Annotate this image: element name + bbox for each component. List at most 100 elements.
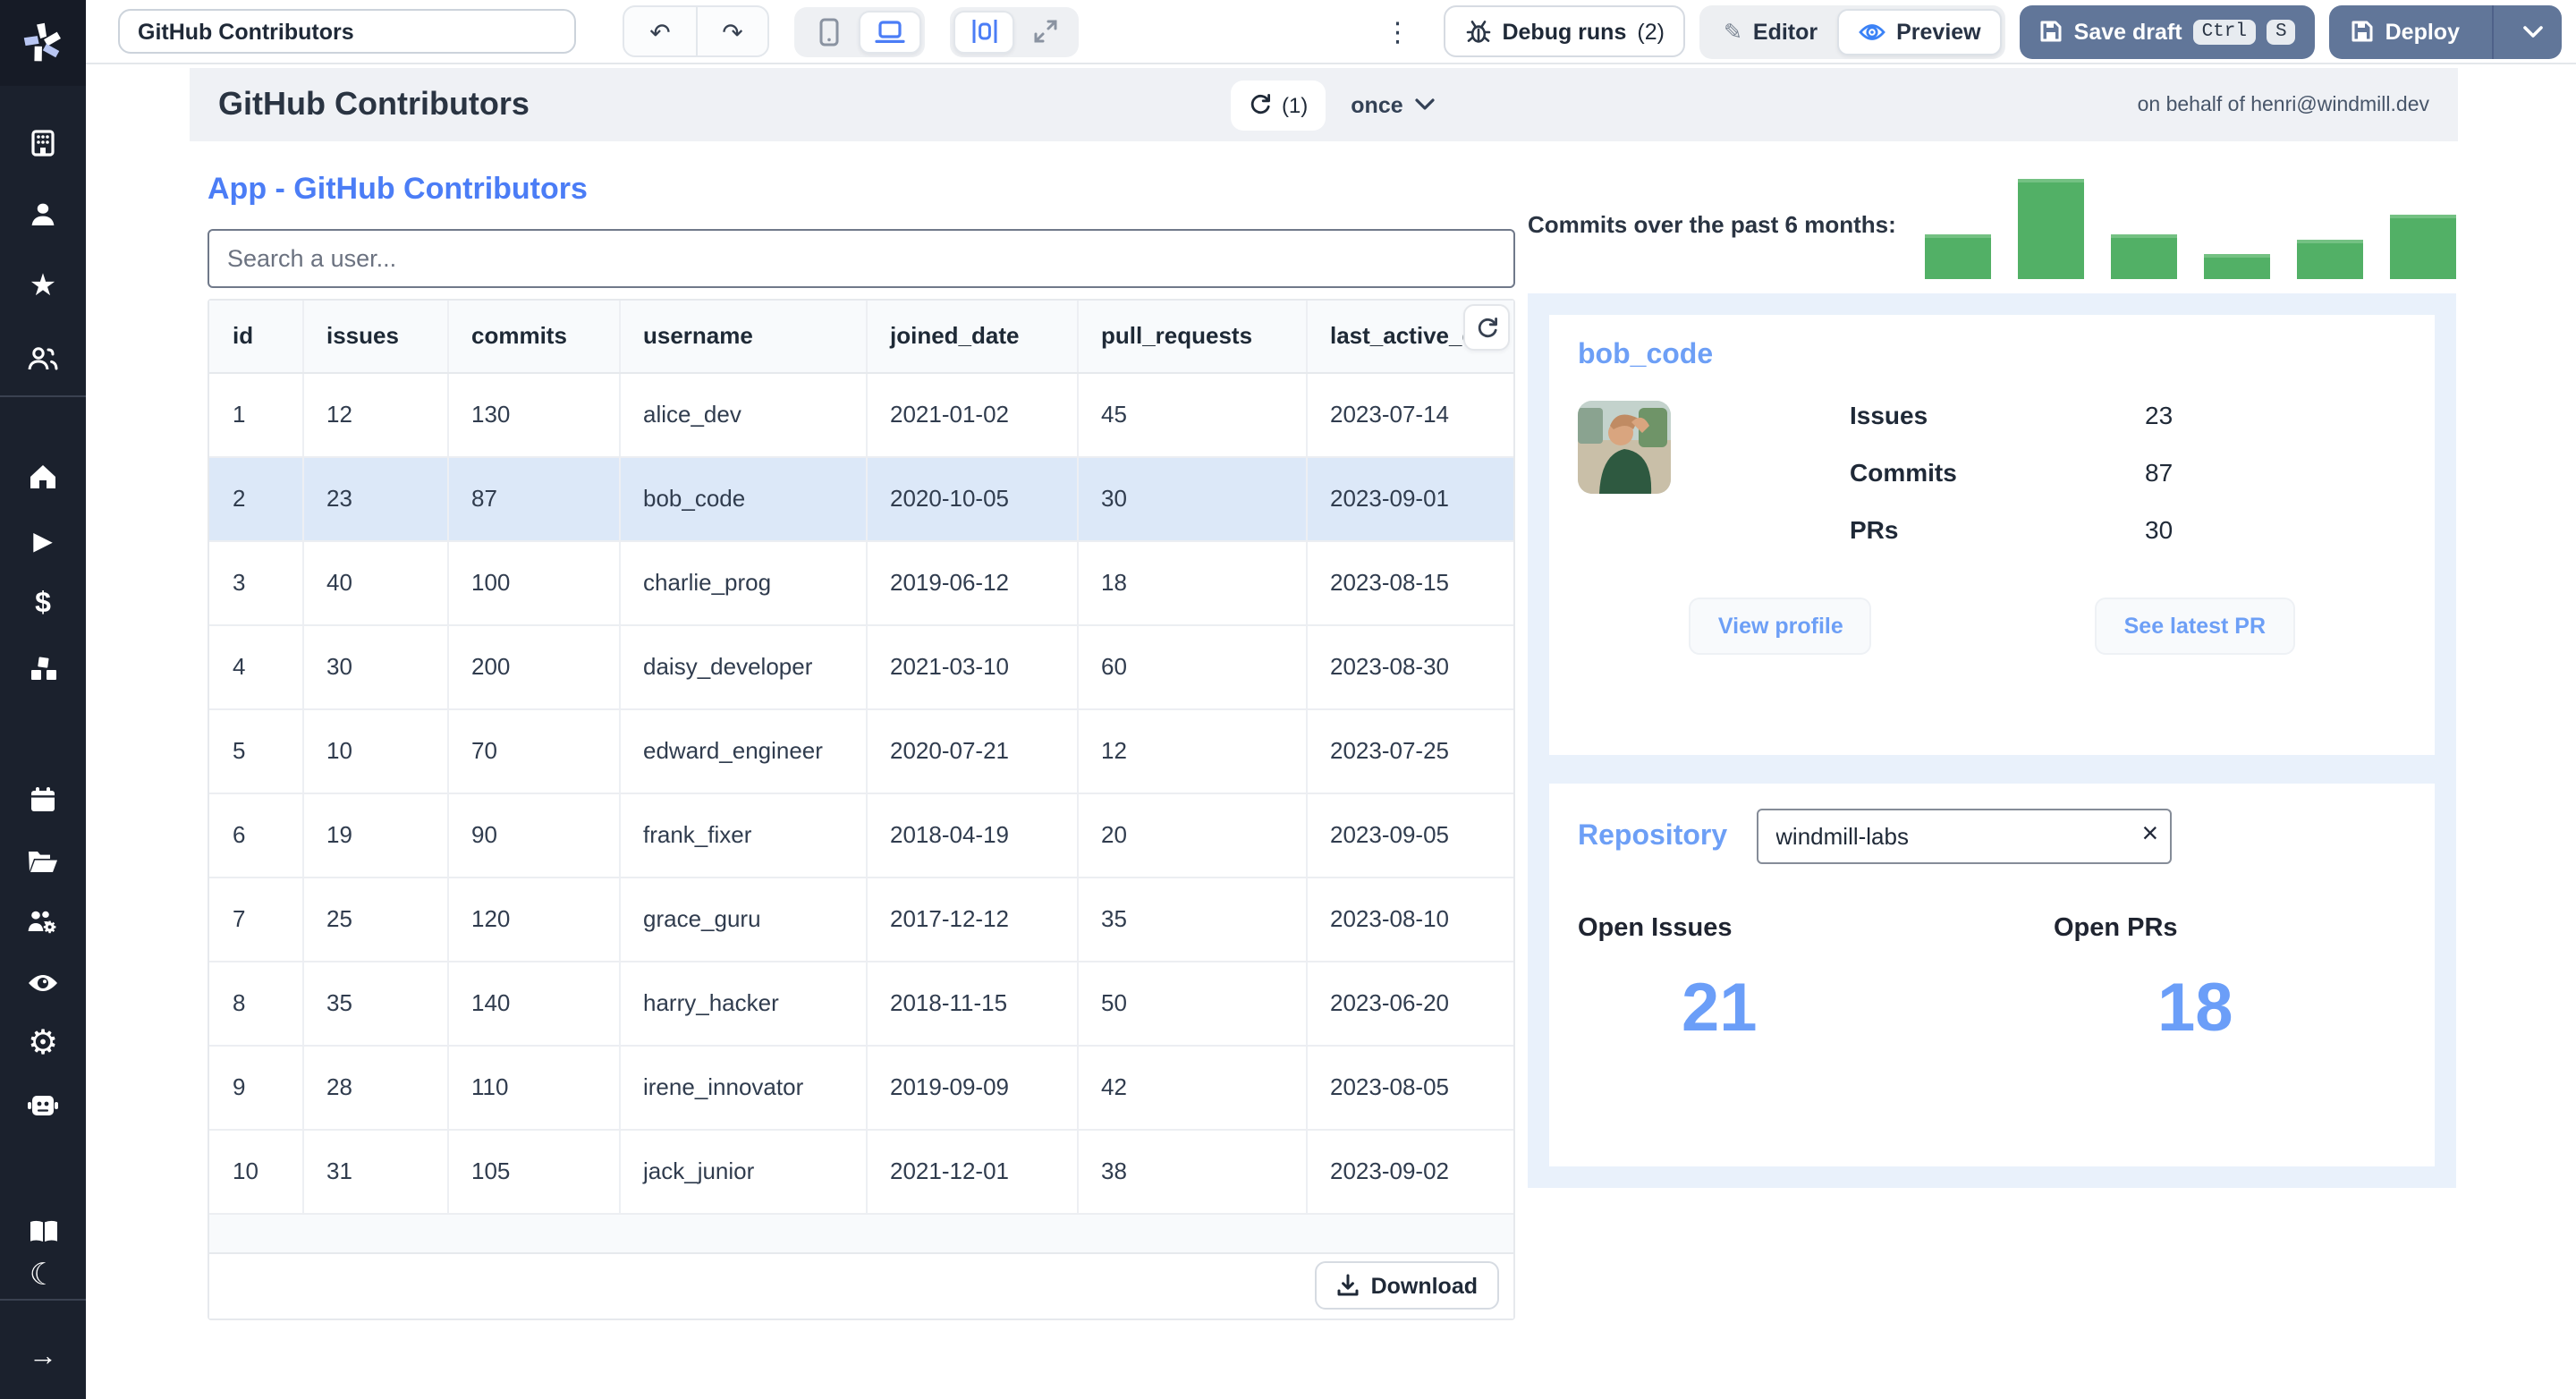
table-cell: frank_fixer xyxy=(618,793,866,878)
table-row[interactable]: 8 35 140 harry_hacker 2018-11-15 50 2023-06-20 xyxy=(209,961,1513,1046)
users-icon xyxy=(28,346,58,369)
sidebar-item-moon[interactable]: ☾ xyxy=(0,1247,86,1304)
center-layout-button[interactable] xyxy=(953,10,1014,53)
table-row[interactable]: 1 12 130 alice_dev 2021-01-02 45 2023-07-14 xyxy=(209,372,1513,457)
app-refresh-button[interactable]: (1) xyxy=(1231,80,1326,130)
table-row[interactable]: 9 28 110 irene_innovator 2019-09-09 42 2023-08… xyxy=(209,1045,1513,1130)
robot-icon xyxy=(28,1096,58,1115)
table-cell: 8 xyxy=(209,961,302,1046)
table-cell: 3 xyxy=(209,540,302,625)
sidebar-item-building[interactable] xyxy=(0,114,86,172)
sidebar-item-star[interactable]: ★ xyxy=(0,258,86,315)
sidebar-item-dollar[interactable]: $ xyxy=(0,576,86,633)
table-cell: 100 xyxy=(446,540,619,625)
commits-chart: Commits over the past 6 months: xyxy=(1528,168,2456,279)
clear-input-icon[interactable]: × xyxy=(2141,816,2158,855)
chart-bar xyxy=(2111,234,2177,279)
redo-button[interactable]: ↷ xyxy=(696,7,767,55)
stat-label: Commits xyxy=(1850,458,1957,487)
cubes-icon xyxy=(29,655,57,682)
fullscreen-button[interactable] xyxy=(1014,10,1075,53)
table-cell: 2019-06-12 xyxy=(865,540,1077,625)
table-row[interactable]: 2 23 87 bob_code 2020-10-05 30 2023-09-01 xyxy=(209,456,1513,541)
chart-bar xyxy=(2297,240,2363,279)
table-cell: 60 xyxy=(1076,624,1306,709)
gear-icon: ⚙ xyxy=(27,1024,59,1062)
chart-bar xyxy=(2204,254,2270,279)
sidebar-item-folder[interactable] xyxy=(0,832,86,889)
download-icon xyxy=(1338,1274,1360,1296)
app-title-input[interactable] xyxy=(118,9,576,54)
table-row[interactable]: 10 31 105 jack_junior 2021-12-01 38 2023-09-02 xyxy=(209,1129,1513,1214)
chart-bars xyxy=(1925,175,2456,279)
repo-card-title: Repository xyxy=(1578,820,1728,851)
deploy-dropdown-button[interactable] xyxy=(2504,4,2562,58)
stat-value: 30 xyxy=(2145,515,2174,544)
table-cell: 23 xyxy=(301,456,447,541)
chart-bar xyxy=(2390,215,2456,279)
table-row[interactable]: 5 10 70 edward_engineer 2020-07-21 12 2023-07-… xyxy=(209,708,1513,793)
see-latest-pr-button[interactable]: See latest PR xyxy=(2095,598,2295,655)
preview-tab[interactable]: Preview xyxy=(1837,8,2003,55)
sidebar-item-arrow-right[interactable]: → xyxy=(0,1329,86,1386)
table-cell: 35 xyxy=(301,961,447,1046)
column-header-issues: issues xyxy=(301,301,447,373)
table-cell: 12 xyxy=(1076,708,1306,793)
table-row[interactable]: 4 30 200 daisy_developer 2021-03-10 60 2023-08… xyxy=(209,624,1513,709)
home-icon xyxy=(30,464,55,488)
more-options-button[interactable]: ⋮ xyxy=(1377,15,1418,47)
search-input[interactable] xyxy=(208,229,1515,288)
stat-value: 23 xyxy=(2145,401,2174,429)
folder-icon xyxy=(29,851,57,871)
stat-value: 87 xyxy=(2145,458,2174,487)
table-cell: 28 xyxy=(301,1045,447,1130)
calendar-icon xyxy=(31,787,55,811)
user-card: bob_code Issues 23 Commits 87 PRs 30 Vie… xyxy=(1549,315,2435,755)
sidebar-item-calendar[interactable] xyxy=(0,771,86,828)
app-heading: App - GitHub Contributors xyxy=(208,172,588,206)
deploy-button[interactable]: Deploy xyxy=(2329,4,2562,58)
app-root: ★ ▶ $ ⚙ ☾ → ↶ ↷ ⋮ xyxy=(0,0,2576,1399)
table-cell: 6 xyxy=(209,793,302,878)
table-cell: 2023-08-10 xyxy=(1305,877,1513,962)
windmill-logo-icon[interactable] xyxy=(0,0,86,86)
open-issues-label: Open Issues xyxy=(1578,914,1733,943)
editor-tab[interactable]: ✎ Editor xyxy=(1704,8,1837,55)
table-cell: harry_hacker xyxy=(618,961,866,1046)
view-profile-button[interactable]: View profile xyxy=(1689,598,1872,655)
table-cell: alice_dev xyxy=(618,372,866,457)
table-row[interactable]: 3 40 100 charlie_prog 2019-06-12 18 2023-08-15 xyxy=(209,540,1513,625)
save-icon xyxy=(2041,21,2063,42)
table-cell: 1 xyxy=(209,372,302,457)
sidebar-item-user-cog[interactable] xyxy=(0,893,86,950)
table-cell: 25 xyxy=(301,877,447,962)
download-button[interactable]: Download xyxy=(1315,1261,1499,1310)
sidebar-item-cubes[interactable] xyxy=(0,640,86,698)
table-row[interactable]: 6 19 90 frank_fixer 2018-04-19 20 2023-09-05 xyxy=(209,793,1513,878)
app-body: App - GitHub Contributors idissuescommit… xyxy=(208,168,2456,1319)
laptop-icon xyxy=(875,20,905,42)
sidebar-item-users[interactable] xyxy=(0,329,86,386)
sidebar-item-gear[interactable]: ⚙ xyxy=(0,1014,86,1072)
desktop-view-button[interactable] xyxy=(859,10,921,53)
repository-input[interactable] xyxy=(1756,809,2172,864)
debug-runs-button[interactable]: Debug runs (2) xyxy=(1443,5,1686,57)
table-refresh-button[interactable] xyxy=(1463,304,1510,351)
sidebar-item-user[interactable] xyxy=(0,186,86,243)
undo-button[interactable]: ↶ xyxy=(624,7,696,55)
sidebar-item-eye[interactable] xyxy=(0,954,86,1011)
user-cog-icon xyxy=(28,910,56,933)
table-cell: 45 xyxy=(1076,372,1306,457)
sidebar-item-robot[interactable] xyxy=(0,1075,86,1132)
schedule-select[interactable]: once xyxy=(1351,92,1436,117)
mobile-view-button[interactable] xyxy=(798,10,859,53)
table-row[interactable]: 7 25 120 grace_guru 2017-12-12 35 2023-08-10 xyxy=(209,877,1513,962)
table-cell: 20 xyxy=(1076,793,1306,878)
table-cell: 2023-08-05 xyxy=(1305,1045,1513,1130)
sidebar-item-play[interactable]: ▶ xyxy=(0,512,86,569)
editor-preview-toggle: ✎ Editor Preview xyxy=(1699,4,2006,58)
save-draft-button[interactable]: Save draft Ctrl S xyxy=(2020,4,2316,58)
sidebar-item-home[interactable] xyxy=(0,447,86,504)
undo-redo-group: ↶ ↷ xyxy=(623,5,769,57)
left-sidebar: ★ ▶ $ ⚙ ☾ → xyxy=(0,0,86,1399)
